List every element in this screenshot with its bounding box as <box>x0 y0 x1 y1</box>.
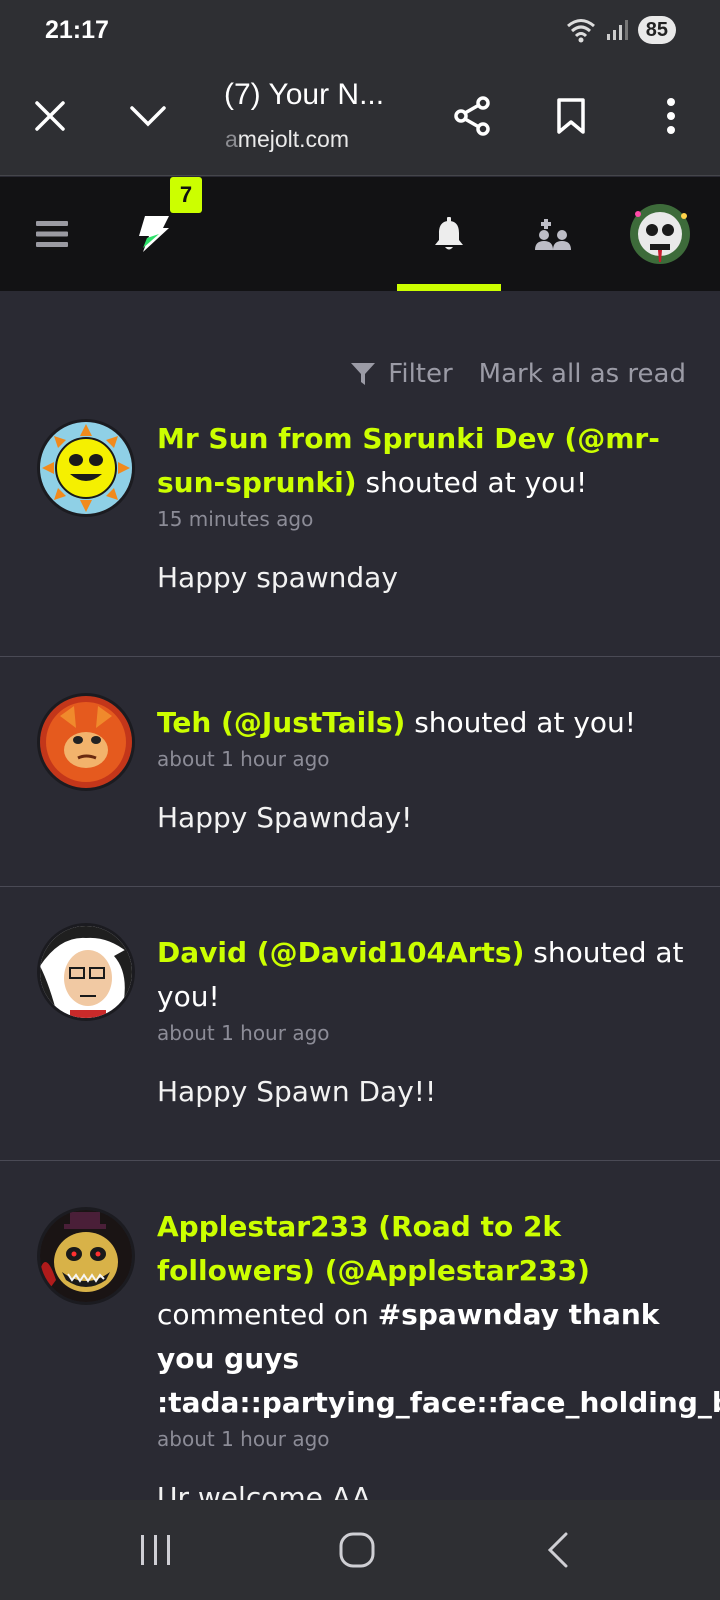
user-link[interactable]: sun-sprunki) <box>157 466 357 499</box>
notification-item[interactable]: Mr Sun from Sprunki Dev (@mr- sun-sprunk… <box>0 403 720 657</box>
timestamp: about 1 hour ago <box>157 1427 330 1451</box>
more-options-button[interactable] <box>641 86 701 146</box>
menu-button[interactable] <box>22 177 82 291</box>
battery-badge: 85 <box>637 16 676 44</box>
avatar[interactable] <box>37 1207 135 1305</box>
share-button[interactable] <box>442 86 502 146</box>
back-icon <box>547 1532 568 1568</box>
notification-headline: Teh (@JustTails) shouted at you! <box>157 701 700 745</box>
message-text: Happy Spawnday! <box>157 801 413 834</box>
mark-all-read-button[interactable]: Mark all as read <box>479 359 686 389</box>
bookmark-button[interactable] <box>541 86 601 146</box>
avatar <box>630 204 690 264</box>
feed-toolbar: Filter Mark all as read <box>350 359 686 389</box>
david-avatar-icon <box>40 926 132 1018</box>
action-text: commented on <box>157 1298 378 1331</box>
user-link[interactable]: Mr Sun from Sprunki Dev (@mr- <box>157 422 660 455</box>
bell-icon <box>435 217 463 250</box>
action-text: shouted at you! <box>405 706 636 739</box>
home-button[interactable] <box>317 1520 397 1580</box>
close-icon <box>35 101 65 131</box>
message-text: Ur welcome AA <box>157 1481 371 1500</box>
user-link[interactable]: followers) (@Applestar233) <box>157 1254 590 1287</box>
url-faded: a <box>225 126 238 152</box>
system-nav-bar <box>0 1500 720 1600</box>
page-title[interactable]: (7) Your N... <box>224 78 384 112</box>
active-tab-indicator <box>397 284 501 291</box>
notifications-button[interactable] <box>404 177 494 291</box>
action-text: shouted at <box>524 936 684 969</box>
browser-toolbar: (7) Your N... amejolt.com <box>0 62 720 176</box>
action-text: shouted at you! <box>356 466 588 499</box>
avatar[interactable] <box>37 693 135 791</box>
message-text: Happy Spawn Day!! <box>157 1075 437 1108</box>
profile-avatar-button[interactable] <box>622 177 698 291</box>
status-icons: 85 <box>566 16 676 44</box>
fox-avatar-icon <box>40 696 132 788</box>
filter-button[interactable]: Filter <box>350 359 453 389</box>
applestar-avatar-icon <box>40 1210 132 1302</box>
notification-item[interactable]: Teh (@JustTails) shouted at you! about 1… <box>0 657 720 887</box>
notification-item[interactable]: Applestar233 (Road to 2k followers) (@Ap… <box>0 1161 720 1500</box>
url-text: mejolt.com <box>237 126 349 152</box>
site-nav: 7 <box>0 177 720 291</box>
hamburger-icon <box>36 221 68 247</box>
filter-label: Filter <box>388 359 453 389</box>
activity-badge: 7 <box>170 177 202 213</box>
bookmark-icon <box>557 98 585 134</box>
gamejolt-logo-icon <box>139 216 169 252</box>
more-vertical-icon <box>667 98 675 134</box>
back-button[interactable] <box>518 1520 598 1580</box>
signal-icon <box>606 20 628 40</box>
notification-body: Mr Sun from Sprunki Dev (@mr- sun-sprunk… <box>157 417 700 594</box>
notification-headline: Applestar233 (Road to 2k followers) (@Ap… <box>157 1205 720 1425</box>
notification-body: Teh (@JustTails) shouted at you! about 1… <box>157 701 700 834</box>
post-link[interactable]: you guys <box>157 1342 299 1375</box>
timestamp: 15 minutes ago <box>157 507 314 531</box>
page-url[interactable]: amejolt.com <box>225 126 349 153</box>
post-link[interactable]: #spawnday thank <box>378 1298 660 1331</box>
friends-button[interactable] <box>508 177 598 291</box>
recent-apps-icon <box>141 1535 170 1565</box>
add-friend-icon <box>535 219 571 250</box>
user-link[interactable]: Teh (@JustTails) <box>157 706 405 739</box>
status-bar: 21:17 85 <box>0 0 720 62</box>
sun-avatar-icon <box>40 422 132 514</box>
timestamp: about 1 hour ago <box>157 1021 330 1045</box>
wifi-icon <box>566 19 595 43</box>
close-tab-button[interactable] <box>20 86 80 146</box>
message-text: Happy spawnday <box>157 561 398 594</box>
status-time: 21:17 <box>45 16 109 44</box>
notifications-feed: Filter Mark all as read Mr Sun from Spru… <box>0 291 720 1500</box>
user-link[interactable]: David (@David104Arts) <box>157 936 524 969</box>
recent-apps-button[interactable] <box>116 1520 196 1580</box>
notification-item[interactable]: David (@David104Arts) shouted at you! ab… <box>0 887 720 1161</box>
notification-headline: Mr Sun from Sprunki Dev (@mr- sun-sprunk… <box>157 417 700 505</box>
avatar[interactable] <box>37 419 135 517</box>
chevron-down-icon <box>130 106 166 127</box>
filter-icon <box>351 363 376 385</box>
share-icon <box>454 96 490 136</box>
post-link[interactable]: :tada::partying_face::face_holding_back <box>157 1386 720 1419</box>
home-icon <box>339 1532 375 1568</box>
user-link[interactable]: Applestar233 (Road to 2k <box>157 1210 561 1243</box>
notification-body: Applestar233 (Road to 2k followers) (@Ap… <box>157 1205 720 1500</box>
notification-headline: David (@David104Arts) shouted at you! <box>157 931 700 1019</box>
avatar[interactable] <box>37 923 135 1021</box>
notification-body: David (@David104Arts) shouted at you! ab… <box>157 931 700 1108</box>
action-text: you! <box>157 980 220 1013</box>
minimize-button[interactable] <box>118 86 178 146</box>
timestamp: about 1 hour ago <box>157 747 330 771</box>
